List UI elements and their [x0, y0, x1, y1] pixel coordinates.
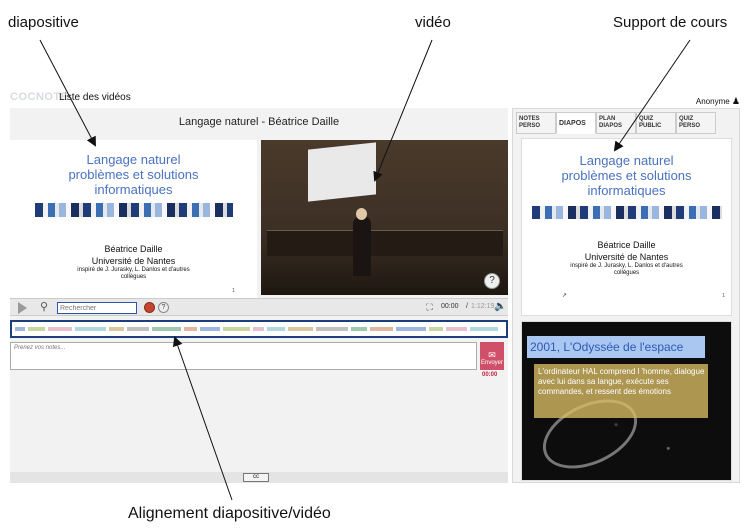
person-icon: ♟: [731, 96, 740, 106]
help-icon[interactable]: ?: [158, 302, 169, 313]
support-slide-title: Langage naturel problèmes et solutions i…: [561, 153, 692, 198]
annotation-alignment: Alignement diapositive/vidéo: [128, 505, 331, 522]
slide-decoration: [531, 206, 722, 219]
alignment-segment[interactable]: [223, 327, 250, 331]
annotation-video: vidéo: [415, 14, 451, 31]
tab-bar: NOTES PERSO DIAPOS PLAN DIAPOS QUIZ PUBL…: [516, 112, 736, 134]
search-input[interactable]: [57, 302, 137, 314]
chat-bubble-icon: ✉: [488, 349, 496, 360]
search-icon[interactable]: ⚲: [40, 300, 48, 313]
alignment-segment[interactable]: [267, 327, 285, 331]
time-current: 00:00: [441, 303, 459, 310]
annotation-diapositive: diapositive: [8, 14, 79, 31]
alignment-segment[interactable]: [351, 327, 367, 331]
record-icon[interactable]: [144, 302, 155, 313]
send-button[interactable]: ✉ Envoyer: [480, 342, 504, 370]
user-menu[interactable]: Anonyme ♟: [696, 96, 740, 107]
alignment-segment[interactable]: [28, 327, 45, 331]
alignment-segment[interactable]: [316, 327, 348, 331]
slide-panel: Langage naturel problèmes et solutions i…: [10, 140, 257, 300]
tab-plan-diapos[interactable]: PLAN DIAPOS: [596, 112, 636, 134]
send-label: Envoyer: [480, 359, 503, 366]
alignment-segment[interactable]: [470, 327, 498, 331]
support-slide-page-number: 1: [722, 293, 725, 299]
send-time: 00:00: [482, 372, 498, 378]
video-player[interactable]: ?: [261, 140, 508, 295]
alignment-segment[interactable]: [152, 327, 181, 331]
support-slide2-title: 2001, L'Odyssée de l'espace: [530, 340, 684, 354]
app-header: COCNOTE Liste des vidéos Anonyme ♟: [10, 90, 740, 108]
tab-quiz-public[interactable]: QUIZ PUBLIC: [636, 112, 676, 134]
user-name: Anonyme: [695, 97, 730, 106]
slide-author: Béatrice Daille Université de Nantes: [91, 244, 176, 266]
play-button[interactable]: [18, 302, 27, 314]
tab-quiz-perso[interactable]: QUIZ PERSO: [676, 112, 716, 134]
support-slide-thumbnail-2[interactable]: 2001, L'Odyssée de l'espace L'ordinateur…: [521, 321, 732, 481]
slide-decoration: [34, 203, 233, 217]
footer: cc: [10, 472, 508, 483]
alignment-segment[interactable]: [396, 327, 426, 331]
tab-diapos[interactable]: DIAPOS: [556, 112, 596, 134]
support-slide-author: Béatrice Daille Université de Nantes: [584, 240, 669, 262]
volume-icon[interactable]: 🔈: [494, 301, 506, 312]
support-slide2-body: L'ordinateur HAL comprend l 'homme, dial…: [538, 367, 705, 396]
slide-credit: inspiré de J. Jurasky, L. Danlos et d'au…: [77, 267, 190, 280]
slide-page-number: 1: [232, 288, 235, 294]
alignment-segment[interactable]: [429, 327, 443, 331]
alignment-segment[interactable]: [184, 327, 197, 331]
alignment-segment[interactable]: [288, 327, 313, 331]
main-pane: Langage naturel - Béatrice Daille Langag…: [10, 108, 508, 483]
player-controls: ⚲ ? ⛶ 00:00 / 1:12:19 🔈: [10, 298, 508, 316]
video-help-icon[interactable]: ?: [484, 273, 500, 289]
alignment-segment[interactable]: [370, 327, 393, 331]
annotation-support: Support de cours: [613, 14, 728, 31]
alignment-segment[interactable]: [446, 327, 467, 331]
alignment-segment[interactable]: [48, 327, 72, 331]
fullscreen-icon[interactable]: ⛶: [424, 302, 435, 313]
alignment-segment[interactable]: [75, 327, 106, 331]
alignment-segment[interactable]: [109, 327, 124, 331]
alignment-segment[interactable]: [253, 327, 264, 331]
time-total: 1:12:19: [471, 303, 495, 310]
video-title: Langage naturel - Béatrice Daille: [178, 116, 340, 128]
projection-screen: [308, 142, 376, 202]
creative-commons-icon[interactable]: cc: [243, 473, 269, 482]
alignment-segment[interactable]: [127, 327, 149, 331]
speaker: [353, 216, 371, 276]
alignment-segment[interactable]: [200, 327, 220, 331]
notes-input[interactable]: [10, 342, 477, 370]
alignment-segment[interactable]: [15, 327, 25, 331]
tab-notes-perso[interactable]: NOTES PERSO: [516, 112, 556, 134]
slide-video-alignment-bar[interactable]: [10, 320, 508, 338]
support-slide-thumbnail[interactable]: Langage naturel problèmes et solutions i…: [521, 138, 732, 316]
slide-title: Langage naturel problèmes et solutions i…: [68, 152, 199, 197]
external-link-icon[interactable]: ↗: [562, 292, 567, 299]
nav-videos-link[interactable]: Liste des vidéos: [59, 92, 131, 103]
support-slide-credit: inspiré de J. Jurasky, L. Danlos et d'au…: [570, 263, 683, 276]
course-support-pane: NOTES PERSO DIAPOS PLAN DIAPOS QUIZ PUBL…: [512, 108, 740, 483]
time-separator: /: [466, 303, 468, 310]
